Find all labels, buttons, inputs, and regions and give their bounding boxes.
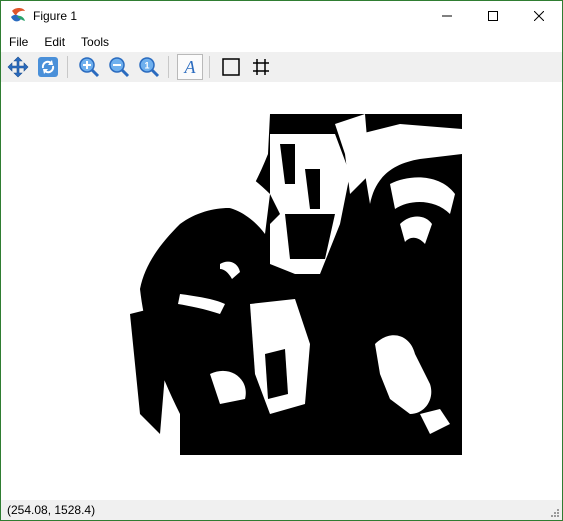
maximize-button[interactable] [470,1,516,31]
zoom-in-icon [79,57,100,78]
maximize-icon [488,11,498,21]
svg-text:A: A [184,57,197,77]
window-controls [424,1,562,31]
menu-tools[interactable]: Tools [73,32,117,52]
frame-icon [222,58,240,76]
grid-button[interactable] [248,54,274,80]
figure-window: Figure 1 File Edit Tools 1 A (254.08, 15… [0,0,563,521]
frame-button[interactable] [218,54,244,80]
close-icon [534,11,544,21]
plot-image [120,114,462,455]
pan-icon [7,56,29,78]
zoom-fit-button[interactable]: 1 [136,54,162,80]
zoom-fit-icon: 1 [139,57,160,78]
status-bar: (254.08, 1528.4) [1,500,562,520]
home-icon [38,57,58,77]
zoom-in-button[interactable] [76,54,102,80]
menu-edit[interactable]: Edit [36,32,73,52]
window-title: Figure 1 [33,9,78,23]
menu-bar: File Edit Tools [1,32,562,52]
toolbar-separator [67,56,68,78]
title-bar[interactable]: Figure 1 [1,1,562,31]
axis-label-button[interactable]: A [177,54,203,80]
resize-grip-icon[interactable] [550,508,560,518]
toolbar-separator [168,56,169,78]
zoom-out-icon [109,57,130,78]
svg-text:1: 1 [144,61,149,71]
axis-label-icon: A [184,57,197,77]
toolbar-separator [209,56,210,78]
pan-button[interactable] [5,54,31,80]
toolbar: 1 A [1,52,562,82]
coordinate-readout: (254.08, 1528.4) [7,503,96,517]
figure-canvas[interactable] [1,82,562,500]
menu-file[interactable]: File [1,32,36,52]
close-button[interactable] [516,1,562,31]
grid-icon [253,59,269,75]
zoom-out-button[interactable] [106,54,132,80]
minimize-icon [442,15,452,17]
app-icon [11,8,25,22]
home-button[interactable] [35,54,61,80]
minimize-button[interactable] [424,1,470,31]
